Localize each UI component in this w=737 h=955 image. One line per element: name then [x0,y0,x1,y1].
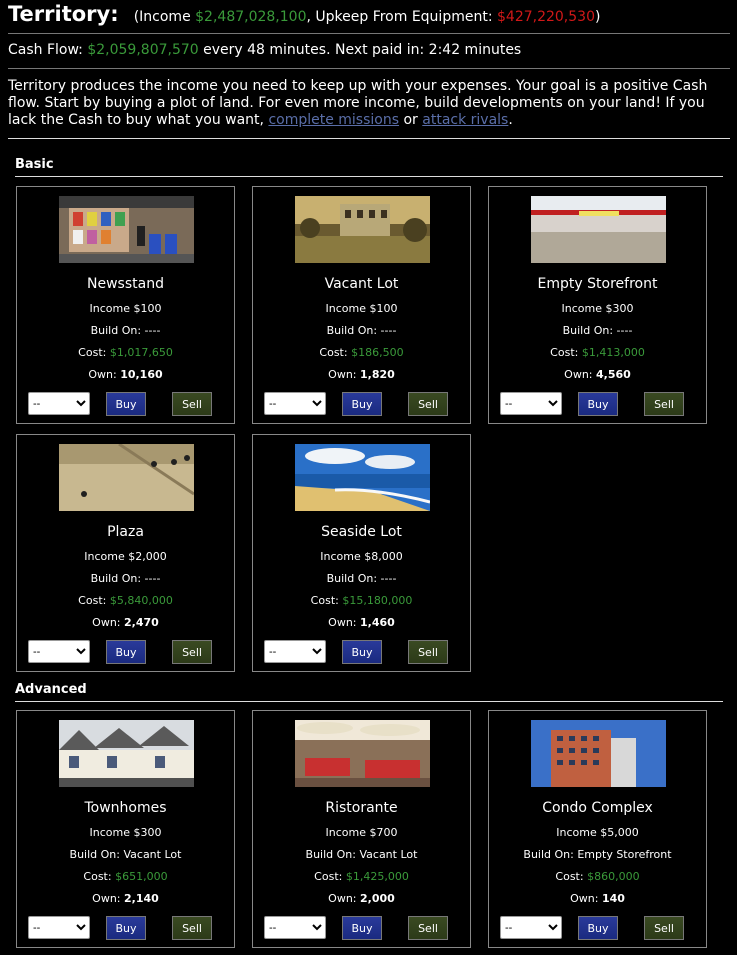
property-name: Plaza [107,524,144,540]
property-cost: Cost: $186,500 [319,346,404,359]
property-build-on: Build On: ---- [326,572,397,585]
property-card-condo-complex: Condo Complex Income $5,000 Build On: Em… [488,710,707,948]
vacant-lot-image [295,196,430,263]
condo-complex-image [531,720,666,787]
property-cost: Cost: $5,840,000 [78,594,173,607]
property-build-on: Build On: ---- [562,324,633,337]
intro-text: Territory produces the income you need t… [8,78,708,128]
property-income: Income $100 [325,302,398,315]
buy-button[interactable]: Buy [342,392,382,416]
section-title-advanced: Advanced [15,682,87,697]
property-build-on: Build On: Vacant Lot [69,848,182,861]
page-header: Territory: (Income $2,487,028,100, Upkee… [8,2,600,26]
sell-button[interactable]: Sell [408,640,448,664]
property-build-on: Build On: ---- [326,324,397,337]
property-owned: Own: 10,160 [88,368,163,381]
property-cost: Cost: $860,000 [555,870,640,883]
property-owned: Own: 2,470 [92,616,159,629]
divider [8,68,730,69]
property-owned: Own: 1,460 [328,616,395,629]
section-rule [15,176,723,177]
property-card-seaside-lot: Seaside Lot Income $8,000 Build On: ----… [252,434,471,672]
property-name: Empty Storefront [537,276,658,292]
sell-button[interactable]: Sell [408,916,448,940]
property-build-on: Build On: Vacant Lot [305,848,418,861]
attack-rivals-link[interactable]: attack rivals [422,112,508,128]
property-income: Income $2,000 [84,550,167,563]
quantity-select[interactable]: -- [500,392,562,415]
cash-flow: Cash Flow: $2,059,807,570 every 48 minut… [8,42,522,58]
property-income: Income $300 [561,302,634,315]
newsstand-image [59,196,194,263]
upkeep-value: $427,220,530 [497,9,595,25]
income-value: $2,487,028,100 [195,9,307,25]
property-income: Income $100 [89,302,162,315]
property-card-townhomes: Townhomes Income $300 Build On: Vacant L… [16,710,235,948]
sell-button[interactable]: Sell [172,916,212,940]
quantity-select[interactable]: -- [264,916,326,939]
property-card-plaza: Plaza Income $2,000 Build On: ---- Cost:… [16,434,235,672]
buy-button[interactable]: Buy [342,916,382,940]
property-name: Townhomes [84,800,167,816]
ristorante-image [295,720,430,787]
property-name: Condo Complex [542,800,653,816]
complete-missions-link[interactable]: complete missions [268,112,399,128]
property-owned: Own: 4,560 [564,368,631,381]
property-income: Income $300 [89,826,162,839]
property-cost: Cost: $1,413,000 [550,346,645,359]
quantity-select[interactable]: -- [264,392,326,415]
quantity-select[interactable]: -- [28,392,90,415]
section-rule [15,701,723,702]
property-name: Newsstand [87,276,164,292]
divider [8,33,730,34]
sell-button[interactable]: Sell [644,916,684,940]
buy-button[interactable]: Buy [106,640,146,664]
quantity-select[interactable]: -- [264,640,326,663]
buy-button[interactable]: Buy [106,916,146,940]
sell-button[interactable]: Sell [408,392,448,416]
section-title-basic: Basic [15,157,54,172]
quantity-select[interactable]: -- [28,916,90,939]
property-card-vacant-lot: Vacant Lot Income $100 Build On: ---- Co… [252,186,471,424]
property-build-on: Build On: ---- [90,324,161,337]
sell-button[interactable]: Sell [172,392,212,416]
sell-button[interactable]: Sell [172,640,212,664]
property-card-newsstand: Newsstand Income $100 Build On: ---- Cos… [16,186,235,424]
page-title: Territory: [8,2,119,26]
empty-storefront-image [531,196,666,263]
quantity-select[interactable]: -- [500,916,562,939]
sell-button[interactable]: Sell [644,392,684,416]
property-income: Income $8,000 [320,550,403,563]
property-name: Seaside Lot [321,524,402,540]
property-owned: Own: 2,000 [328,892,395,905]
property-build-on: Build On: ---- [90,572,161,585]
property-cost: Cost: $1,425,000 [314,870,409,883]
property-owned: Own: 140 [570,892,625,905]
seaside-lot-image [295,444,430,511]
property-build-on: Build On: Empty Storefront [523,848,672,861]
property-cost: Cost: $15,180,000 [310,594,413,607]
cash-flow-value: $2,059,807,570 [87,42,199,58]
property-cost: Cost: $1,017,650 [78,346,173,359]
property-name: Ristorante [325,800,398,816]
property-cost: Cost: $651,000 [83,870,168,883]
buy-button[interactable]: Buy [106,392,146,416]
property-income: Income $700 [325,826,398,839]
property-owned: Own: 1,820 [328,368,395,381]
property-income: Income $5,000 [556,826,639,839]
property-card-empty-storefront: Empty Storefront Income $300 Build On: -… [488,186,707,424]
buy-button[interactable]: Buy [342,640,382,664]
property-card-ristorante: Ristorante Income $700 Build On: Vacant … [252,710,471,948]
divider [8,138,730,139]
buy-button[interactable]: Buy [578,392,618,416]
property-owned: Own: 2,140 [92,892,159,905]
buy-button[interactable]: Buy [578,916,618,940]
plaza-image [59,444,194,511]
townhomes-image [59,720,194,787]
quantity-select[interactable]: -- [28,640,90,663]
property-name: Vacant Lot [324,276,399,292]
income-summary: (Income $2,487,028,100, Upkeep From Equi… [133,9,601,25]
